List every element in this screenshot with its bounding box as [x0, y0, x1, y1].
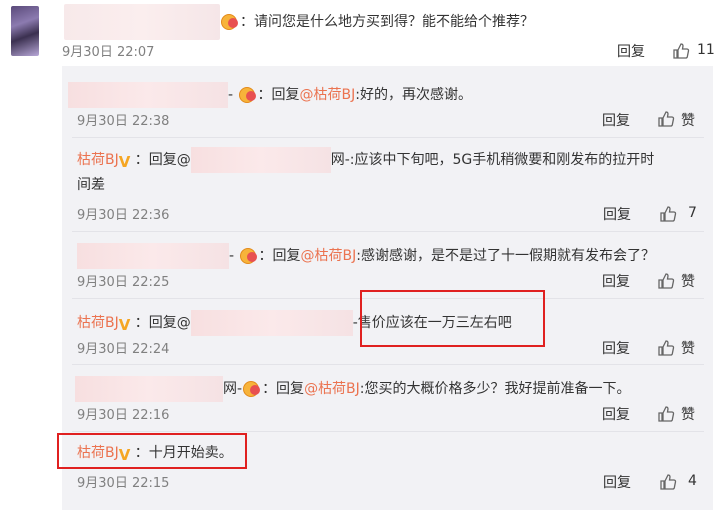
username-blurred[interactable]	[77, 243, 229, 269]
username-link[interactable]: 枯荷BJ	[77, 315, 119, 331]
like-count: 4	[688, 473, 697, 489]
reply-text: 网-:应该中下旬吧，5G手机稍微要和刚发布的拉开时	[330, 152, 655, 168]
username-blurred[interactable]	[64, 4, 220, 40]
reply-time: 9月30日 22:38	[77, 114, 170, 129]
reply-2-line2: 间差	[77, 177, 105, 193]
username-blurred[interactable]	[190, 147, 331, 173]
gold-badge-icon	[239, 247, 259, 264]
comment-text: ：请问您是什么地方买到得？能不能给个推荐？	[240, 14, 534, 30]
divider	[72, 431, 704, 432]
top-comment-line: ：请问您是什么地方买到得？能不能给个推荐？	[64, 4, 534, 40]
name-suffix: -	[228, 87, 238, 103]
gold-badge-icon	[220, 13, 240, 30]
highlight-box	[360, 290, 545, 347]
reply-button[interactable]: 回复	[602, 404, 630, 424]
reply-5-line: 网- ：回复@枯荷BJ:您买的大概价格多少？我好提前准备一下。	[75, 376, 631, 402]
like-label[interactable]: 赞	[681, 338, 695, 358]
thumbs-up-icon[interactable]	[672, 42, 690, 60]
divider	[72, 364, 704, 365]
username-blurred[interactable]	[190, 310, 353, 336]
username-blurred[interactable]	[68, 82, 228, 108]
reply-2-line: 枯荷BJV ：回复@ 网-:应该中下旬吧，5G手机稍微要和刚发布的拉开时	[77, 147, 654, 173]
reply-text: :感谢感谢，是不是过了十一假期就有发布会了？	[356, 248, 655, 264]
reply-text: ：回复	[257, 87, 300, 103]
thumbs-up-icon[interactable]	[657, 405, 675, 423]
name-suffix: -	[229, 248, 239, 264]
like-label[interactable]: 赞	[681, 110, 695, 130]
like-label[interactable]: 赞	[681, 271, 695, 291]
name-suffix: 网-	[223, 381, 243, 397]
gold-badge-icon	[242, 380, 262, 397]
divider	[72, 137, 704, 138]
mention-link[interactable]: @枯荷BJ	[300, 87, 356, 103]
thumbs-up-icon[interactable]	[659, 473, 677, 491]
like-count: 7	[688, 205, 697, 221]
reply-text: ：回复	[262, 381, 305, 397]
thumbs-up-icon[interactable]	[657, 272, 675, 290]
reply-time: 9月30日 22:36	[77, 208, 170, 223]
reply-button[interactable]: 回复	[602, 271, 630, 291]
reply-text: ：回复	[258, 248, 301, 264]
reply-time: 9月30日 22:16	[77, 408, 170, 423]
mention-link[interactable]: @枯荷BJ	[304, 381, 360, 397]
gold-badge-icon	[238, 86, 258, 103]
thumbs-up-icon[interactable]	[657, 339, 675, 357]
verified-v-icon: V	[118, 153, 131, 171]
reply-text: :您买的大概价格多少？我好提前准备一下。	[359, 381, 631, 397]
username-link[interactable]: 枯荷BJ	[77, 152, 119, 168]
highlight-box	[57, 433, 247, 469]
avatar[interactable]	[11, 6, 39, 56]
reply-button[interactable]: 回复	[603, 204, 631, 224]
verified-v-icon: V	[118, 316, 131, 334]
reply-text: ：回复@	[134, 315, 191, 331]
reply-button[interactable]: 回复	[603, 472, 631, 492]
reply-3-line: - ：回复@枯荷BJ:感谢感谢，是不是过了十一假期就有发布会了？	[77, 243, 655, 269]
like-label[interactable]: 赞	[681, 404, 695, 424]
comment-time: 9月30日 22:07	[62, 45, 155, 60]
reply-text: ：回复@	[134, 152, 191, 168]
reply-time: 9月30日 22:24	[77, 342, 170, 357]
thumbs-up-icon[interactable]	[657, 110, 675, 128]
reply-time: 9月30日 22:25	[77, 275, 170, 290]
divider	[72, 231, 704, 232]
reply-text: :好的，再次感谢。	[355, 87, 472, 103]
mention-link[interactable]: @枯荷BJ	[301, 248, 357, 264]
reply-button[interactable]: 回复	[617, 41, 645, 61]
like-count: 11	[697, 42, 715, 58]
reply-time: 9月30日 22:15	[77, 476, 170, 491]
reply-1-line: - ：回复@枯荷BJ:好的，再次感谢。	[68, 82, 472, 108]
reply-button[interactable]: 回复	[602, 338, 630, 358]
username-blurred[interactable]	[75, 376, 223, 402]
reply-button[interactable]: 回复	[602, 110, 630, 130]
thumbs-up-icon[interactable]	[659, 205, 677, 223]
